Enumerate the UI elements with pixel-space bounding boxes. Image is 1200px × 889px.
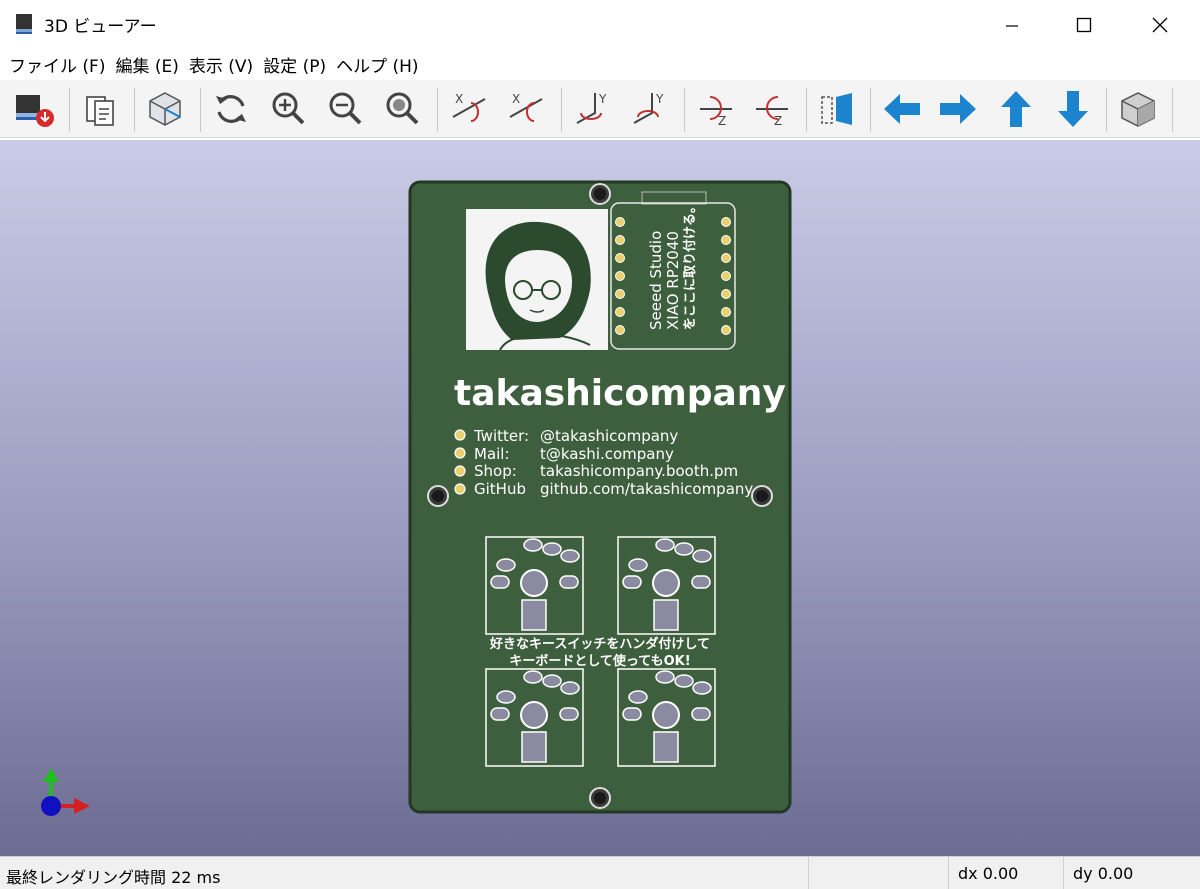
portrait-image	[466, 209, 608, 351]
contact-value-shop: takashicompany.booth.pm	[540, 462, 738, 480]
module-text-line2: XIAO RP2040	[664, 231, 682, 330]
rotate-z-ccw-icon: Z	[756, 96, 788, 128]
status-separator	[1063, 857, 1064, 889]
menu-file[interactable]: ファイル (F)	[4, 52, 110, 77]
move-down-button[interactable]	[1051, 86, 1095, 132]
copy-image-button[interactable]	[78, 86, 122, 132]
module-text-line1: Seeed Studio	[647, 231, 665, 330]
arrow-left-icon	[884, 94, 920, 124]
toolbar-separator	[684, 88, 685, 132]
window-title: 3D ビューアー	[44, 17, 157, 37]
svg-text:Y: Y	[655, 92, 664, 106]
toolbar-separator	[134, 88, 135, 132]
orthographic-button[interactable]	[1116, 86, 1160, 132]
rotate-y-cw-icon: Y	[576, 92, 607, 124]
svg-text:X: X	[455, 92, 463, 106]
refresh-icon	[216, 95, 246, 123]
rotate-x-cw-button[interactable]: X	[447, 86, 491, 132]
reload-button[interactable]	[209, 86, 253, 132]
status-bar: 最終レンダリング時間 22 ms dx 0.00 dy 0.00	[0, 856, 1200, 889]
rotate-y-cw-button[interactable]: Y	[571, 86, 615, 132]
svg-text:Z: Z	[774, 114, 782, 128]
rotate-x-cw-icon: X	[452, 92, 486, 122]
flip-icon	[821, 93, 852, 125]
dx-status: dx 0.00	[958, 864, 1019, 883]
close-button[interactable]	[1124, 0, 1196, 50]
brand-name: takashicompany	[454, 373, 786, 414]
toolbar-separator	[1106, 88, 1107, 132]
toolbar-separator	[200, 88, 201, 132]
render-time-status: 最終レンダリング時間 22 ms	[6, 868, 221, 887]
rotate-z-ccw-button[interactable]: Z	[750, 86, 794, 132]
contact-label-shop: Shop:	[474, 462, 517, 480]
zoom-out-icon	[329, 92, 362, 125]
menu-edit[interactable]: 編集 (E)	[110, 52, 183, 77]
status-separator	[808, 857, 809, 889]
arrow-up-icon	[1001, 91, 1031, 127]
contact-value-twitter: @takashicompany	[540, 427, 678, 445]
cube-icon	[1121, 92, 1155, 127]
contact-value-github: github.com/takashicompany	[540, 480, 753, 498]
render-raytracing-button[interactable]	[12, 86, 56, 132]
toolbar-separator	[69, 88, 70, 132]
module-text-line3: をここに取り付ける。	[682, 200, 698, 330]
svg-text:X: X	[512, 92, 520, 106]
arrow-down-icon	[1058, 91, 1088, 127]
note-line-2: キーボードとして使ってもOK!	[509, 653, 690, 669]
zoom-fit-button[interactable]	[380, 86, 424, 132]
rotate-y-ccw-button[interactable]: Y	[628, 86, 672, 132]
view-box-icon	[149, 92, 181, 126]
menu-help[interactable]: ヘルプ (H)	[331, 52, 423, 77]
status-separator	[948, 857, 949, 889]
move-right-button[interactable]	[936, 86, 980, 132]
menu-settings[interactable]: 設定 (P)	[258, 52, 331, 77]
rotate-y-ccw-icon: Y	[633, 92, 664, 124]
maximize-button[interactable]	[1048, 0, 1120, 50]
menu-bar: ファイル (F) 編集 (E) 表示 (V) 設定 (P) ヘルプ (H)	[0, 50, 1200, 78]
toolbar-separator	[437, 88, 438, 132]
board-render-icon	[16, 95, 54, 127]
move-left-button[interactable]	[880, 86, 924, 132]
svg-text:Y: Y	[598, 92, 607, 106]
contact-label-twitter: Twitter:	[473, 427, 529, 445]
minimize-icon	[1006, 25, 1018, 27]
title-bar: 3D ビューアー	[0, 0, 1200, 50]
rotate-x-ccw-icon: X	[509, 92, 543, 122]
toolbar-separator	[1172, 88, 1173, 132]
dy-status: dy 0.00	[1073, 864, 1134, 883]
menu-view[interactable]: 表示 (V)	[184, 52, 258, 77]
3d-viewport[interactable]: Seeed Studio XIAO RP2040 をここに取り付ける。 taka…	[0, 140, 1200, 856]
axis-indicator	[41, 768, 90, 816]
zoom-fit-icon	[386, 92, 419, 125]
toolbar: X X Y Y Z Z	[0, 80, 1200, 138]
maximize-icon	[1076, 17, 1092, 33]
app-icon	[16, 14, 32, 34]
zoom-in-icon	[272, 92, 305, 125]
rotate-x-ccw-button[interactable]: X	[504, 86, 548, 132]
toolbar-separator	[870, 88, 871, 132]
note-line-1: 好きなキースイッチをハンダ付けして	[489, 636, 710, 652]
copy-icon	[86, 96, 114, 126]
toggle-view-button[interactable]	[143, 86, 187, 132]
zoom-in-button[interactable]	[266, 86, 310, 132]
rotate-z-cw-icon: Z	[700, 96, 732, 128]
arrow-right-icon	[940, 94, 976, 124]
contact-label-mail: Mail:	[474, 445, 510, 463]
svg-text:Z: Z	[718, 114, 726, 128]
toolbar-separator	[806, 88, 807, 132]
contact-label-github: GitHub	[474, 480, 526, 498]
close-icon	[1152, 17, 1168, 33]
rotate-z-cw-button[interactable]: Z	[694, 86, 738, 132]
pcb-scene: Seeed Studio XIAO RP2040 をここに取り付ける。 taka…	[41, 180, 792, 816]
contact-value-mail: t@kashi.company	[540, 445, 674, 463]
minimize-button[interactable]	[976, 0, 1048, 50]
move-up-button[interactable]	[994, 86, 1038, 132]
toolbar-separator	[561, 88, 562, 132]
zoom-out-button[interactable]	[323, 86, 367, 132]
flip-board-button[interactable]	[814, 86, 858, 132]
